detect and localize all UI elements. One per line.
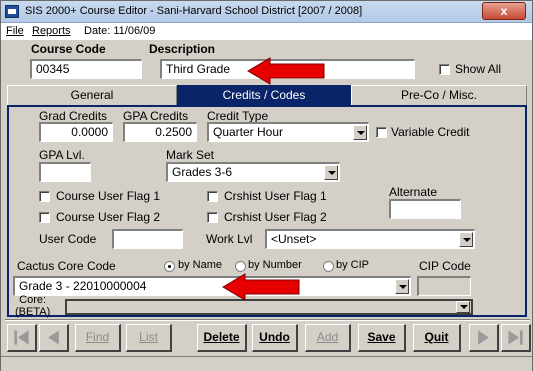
- find-button[interactable]: Find: [75, 324, 121, 352]
- radio-by-cip[interactable]: [323, 261, 334, 272]
- course-code-input[interactable]: 00345: [30, 59, 142, 79]
- delete-button[interactable]: Delete: [197, 324, 247, 352]
- core-code-dropdown-icon[interactable]: [395, 279, 409, 294]
- window-title: SIS 2000+ Course Editor - Sani-Harvard S…: [25, 5, 363, 17]
- course-user-flag-2-label: Course User Flag 2: [56, 210, 161, 224]
- list-label: List: [139, 330, 158, 344]
- menu-bar: File Reports Date: 11/06/09: [1, 23, 532, 40]
- quit-button[interactable]: Quit: [413, 324, 461, 352]
- title-bar[interactable]: SIS 2000+ Course Editor - Sani-Harvard S…: [1, 1, 532, 23]
- mark-set-dropdown-icon[interactable]: [324, 165, 338, 180]
- work-lvl-dropdown-icon[interactable]: [459, 232, 473, 247]
- show-all-checkbox[interactable]: [439, 64, 450, 75]
- tab-pre-co-misc[interactable]: Pre-Co / Misc.: [351, 85, 527, 105]
- menu-reports-label: Reports: [32, 25, 71, 37]
- menu-file-label: File: [6, 25, 24, 37]
- gpa-lvl-label: GPA Lvl.: [39, 148, 85, 162]
- status-bar: [1, 356, 532, 371]
- undo-button[interactable]: Undo: [252, 324, 298, 352]
- mark-set-value: Grades 3-6: [172, 165, 233, 179]
- save-button[interactable]: Save: [358, 324, 406, 352]
- credit-type-select[interactable]: Quarter Hour: [207, 122, 369, 142]
- last-record-button[interactable]: [501, 324, 531, 352]
- add-label: Add: [316, 330, 339, 344]
- gpa-lvl-input[interactable]: [39, 162, 91, 182]
- credit-type-label: Credit Type: [207, 109, 269, 123]
- credit-type-value: Quarter Hour: [213, 125, 284, 139]
- core-code-value: Grade 3 - 22010000004: [19, 279, 147, 293]
- app-icon: [5, 5, 19, 18]
- radio-by-cip-label: by CIP: [336, 259, 370, 271]
- core-code-select[interactable]: Grade 3 - 22010000004: [13, 276, 411, 296]
- toolbar-separator: [5, 319, 530, 321]
- gpa-credits-input[interactable]: 0.2500: [123, 122, 197, 142]
- work-lvl-label: Work Lvl: [206, 232, 253, 246]
- work-lvl-value: <Unset>: [271, 232, 317, 246]
- course-editor-window: SIS 2000+ Course Editor - Sani-Harvard S…: [0, 0, 533, 371]
- cactus-core-code-label: Cactus Core Code: [17, 259, 116, 273]
- course-user-flag-2-checkbox[interactable]: [39, 212, 50, 223]
- core-beta-label: Core: (BETA): [15, 294, 51, 318]
- gpa-credits-label: GPA Credits: [123, 109, 189, 123]
- first-record-icon: [14, 330, 29, 345]
- first-record-button[interactable]: [7, 324, 37, 352]
- annotation-arrow-core-code: [222, 273, 300, 301]
- course-user-flag-1-label: Course User Flag 1: [56, 189, 161, 203]
- crshist-user-flag-2-label: Crshist User Flag 2: [224, 210, 327, 224]
- alternate-label: Alternate: [389, 185, 438, 199]
- menu-reports[interactable]: Reports: [32, 25, 71, 37]
- tab-general[interactable]: General: [7, 85, 177, 105]
- last-record-icon: [508, 330, 523, 345]
- next-record-button[interactable]: [469, 324, 499, 352]
- radio-by-name[interactable]: [164, 261, 175, 272]
- crshist-user-flag-1-label: Crshist User Flag 1: [224, 189, 327, 203]
- crshist-user-flag-2-checkbox[interactable]: [207, 212, 218, 223]
- work-lvl-select[interactable]: <Unset>: [265, 229, 475, 249]
- cip-code-input[interactable]: [417, 276, 471, 296]
- alternate-input[interactable]: [389, 199, 461, 219]
- quit-label: Quit: [424, 330, 449, 344]
- variable-credit-label: Variable Credit: [391, 125, 470, 139]
- tab-credits-codes[interactable]: Credits / Codes: [177, 85, 351, 105]
- grad-credits-label: Grad Credits: [39, 109, 108, 123]
- show-all-label: Show All: [455, 62, 502, 76]
- undo-label: Undo: [259, 330, 290, 344]
- date-label: Date: 11/06/09: [84, 25, 156, 37]
- credit-type-dropdown-icon[interactable]: [353, 125, 367, 140]
- previous-record-button[interactable]: [39, 324, 69, 352]
- save-label: Save: [367, 330, 396, 344]
- mark-set-select[interactable]: Grades 3-6: [166, 162, 340, 182]
- course-code-label: Course Code: [31, 42, 106, 56]
- menu-file[interactable]: File: [6, 25, 24, 37]
- user-code-input[interactable]: [112, 229, 183, 249]
- add-button[interactable]: Add: [305, 324, 351, 352]
- previous-record-icon: [48, 330, 59, 345]
- next-record-icon: [478, 330, 489, 345]
- mark-set-label: Mark Set: [166, 148, 215, 162]
- close-button[interactable]: x: [482, 2, 526, 20]
- user-code-label: User Code: [39, 232, 97, 246]
- grad-credits-input[interactable]: 0.0000: [39, 122, 113, 142]
- delete-label: Delete: [203, 330, 240, 344]
- cip-code-label: CIP Code: [419, 259, 471, 273]
- crshist-user-flag-1-checkbox[interactable]: [207, 191, 218, 202]
- variable-credit-checkbox[interactable]: [376, 127, 387, 138]
- find-label: Find: [85, 330, 110, 344]
- course-user-flag-1-checkbox[interactable]: [39, 191, 50, 202]
- core-beta-dropdown-icon[interactable]: [456, 301, 470, 313]
- annotation-arrow-description: [247, 57, 325, 85]
- radio-by-number-label: by Number: [248, 259, 302, 271]
- list-button[interactable]: List: [126, 324, 172, 352]
- description-label: Description: [149, 42, 216, 56]
- radio-by-name-label: by Name: [178, 259, 223, 271]
- radio-by-number[interactable]: [235, 261, 246, 272]
